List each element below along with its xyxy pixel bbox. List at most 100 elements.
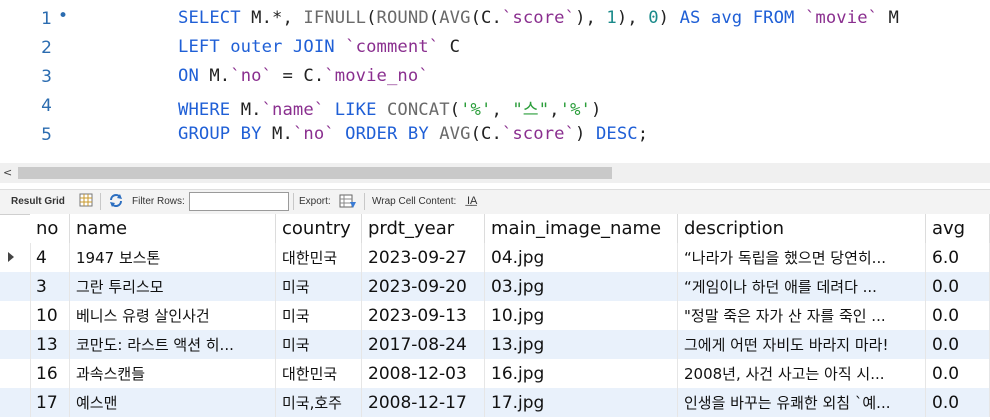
code-token: ORDER BY <box>334 124 440 144</box>
cell-prdt-year[interactable]: 2023-09-27 <box>362 243 485 272</box>
row-gutter[interactable] <box>0 243 31 272</box>
cell-country[interactable]: 대한민국 <box>276 243 362 272</box>
result-grid-tab[interactable]: Result Grid <box>11 196 65 207</box>
table-row[interactable]: 13 코만도: 라스트 액션 히... 미국 2017-08-24 13.jpg 그에게 … <box>0 330 990 359</box>
cell-name[interactable]: 그란 투리스모 <box>70 272 276 301</box>
filter-rows-label: Filter Rows: <box>132 196 185 207</box>
scrollbar-thumb[interactable] <box>18 167 612 179</box>
cell-name[interactable]: 예스맨 <box>70 388 276 417</box>
cell-country[interactable]: 대한민국 <box>276 359 362 388</box>
column-header-name[interactable]: name <box>70 214 276 243</box>
cell-name[interactable]: 과속스캔들 <box>70 359 276 388</box>
cell-avg[interactable]: 6.0 <box>926 243 990 272</box>
code-token: LIKE <box>324 100 387 120</box>
refresh-icon[interactable] <box>108 193 124 211</box>
column-header-prdt-year[interactable]: prdt_year <box>362 214 485 243</box>
code-text[interactable]: ON M.`no` = C.`movie_no` <box>178 66 429 86</box>
code-text[interactable]: GROUP BY M.`no` ORDER BY AVG(C.`score`) … <box>178 124 648 144</box>
code-text[interactable]: SELECT M.*, IFNULL(ROUND(AVG(C.`score`),… <box>178 8 899 28</box>
code-token: AVG <box>439 124 471 144</box>
cell-no[interactable]: 17 <box>30 388 70 417</box>
code-token: CONCAT <box>386 100 450 120</box>
table-row[interactable]: 10 베니스 유령 살인사건 미국 2023-09-13 10.jpg "정말 죽은 자가… <box>0 301 990 330</box>
grid-view-icon[interactable] <box>79 193 93 210</box>
cell-main-image-name[interactable]: 16.jpg <box>485 359 678 388</box>
code-text[interactable]: LEFT outer JOIN `comment` C <box>178 37 460 57</box>
code-line[interactable]: 2 LEFT outer JOIN `comment` C <box>0 34 990 63</box>
wrap-cell-toggle-icon[interactable]: I̲A̲ <box>467 195 477 207</box>
cell-no[interactable]: 4 <box>30 243 70 272</box>
row-gutter[interactable] <box>0 388 31 417</box>
cell-avg[interactable]: 0.0 <box>926 330 990 359</box>
cell-name[interactable]: 베니스 유령 살인사건 <box>70 301 276 330</box>
table-row[interactable]: 17 예스맨 미국,호주 2008-12-17 17.jpg 인생을 바꾸는 유쾌한 외침… <box>0 388 990 417</box>
cell-avg[interactable]: 0.0 <box>926 359 990 388</box>
cell-description[interactable]: “게임이나 하던 애를 데려다 ... <box>678 272 926 301</box>
cell-country[interactable]: 미국 <box>276 301 362 330</box>
cell-prdt-year[interactable]: 2008-12-03 <box>362 359 485 388</box>
cell-avg[interactable]: 0.0 <box>926 301 990 330</box>
export-icon[interactable] <box>339 193 357 212</box>
cell-main-image-name[interactable]: 03.jpg <box>485 272 678 301</box>
cell-no[interactable]: 3 <box>30 272 70 301</box>
code-token: (C. <box>470 8 502 28</box>
cell-country[interactable]: 미국 <box>276 272 362 301</box>
code-token: = C. <box>272 66 325 86</box>
row-gutter[interactable] <box>0 301 31 330</box>
code-line[interactable]: 1 • SELECT M.*, IFNULL(ROUND(AVG(C.`score`… <box>0 5 990 34</box>
cell-country[interactable]: 미국,호주 <box>276 388 362 417</box>
cell-no[interactable]: 10 <box>30 301 70 330</box>
cell-main-image-name[interactable]: 17.jpg <box>485 388 678 417</box>
column-header-avg[interactable]: avg <box>926 214 990 243</box>
code-token: ( <box>366 8 377 28</box>
cell-prdt-year[interactable]: 2023-09-13 <box>362 301 485 330</box>
cell-name[interactable]: 코만도: 라스트 액션 히... <box>70 330 276 359</box>
cell-prdt-year[interactable]: 2017-08-24 <box>362 330 485 359</box>
code-token: `name` <box>261 100 325 120</box>
code-line[interactable]: 4 WHERE M.`name` LIKE CONCAT('%', "스",'%'… <box>0 92 990 121</box>
line-number: 2 <box>41 38 52 58</box>
cell-avg[interactable]: 0.0 <box>926 388 990 417</box>
cell-name[interactable]: 1947 보스톤 <box>70 243 276 272</box>
code-token: ), <box>616 8 649 28</box>
filter-rows-input[interactable] <box>189 192 289 211</box>
cell-country[interactable]: 미국 <box>276 330 362 359</box>
cell-description[interactable]: 2008년, 사건 사고는 아직 시... <box>678 359 926 388</box>
cell-description[interactable]: 그에게 어떤 자비도 바라지 마라! <box>678 330 926 359</box>
sql-editor[interactable]: 1 • SELECT M.*, IFNULL(ROUND(AVG(C.`score`… <box>0 0 990 163</box>
table-row[interactable]: 3 그란 투리스모 미국 2023-09-20 03.jpg “게임이나 하던 애를 데려… <box>0 272 990 301</box>
row-gutter[interactable] <box>0 272 31 301</box>
wrap-cell-label: Wrap Cell Content: <box>372 196 457 207</box>
cell-main-image-name[interactable]: 13.jpg <box>485 330 678 359</box>
code-token: ( <box>449 100 461 120</box>
code-line[interactable]: 5 GROUP BY M.`no` ORDER BY AVG(C.`score`)… <box>0 121 990 150</box>
code-text[interactable]: WHERE M.`name` LIKE CONCAT('%', "스",'%') <box>178 95 601 120</box>
scroll-left-arrow-icon[interactable]: < <box>3 166 12 179</box>
row-gutter[interactable] <box>0 359 31 388</box>
cell-no[interactable]: 16 <box>30 359 70 388</box>
row-gutter[interactable] <box>0 330 31 359</box>
code-token: M. <box>209 66 231 86</box>
column-header-main-image-name[interactable]: main_image_name <box>485 214 678 243</box>
code-token: ), <box>575 8 607 28</box>
cell-prdt-year[interactable]: 2023-09-20 <box>362 272 485 301</box>
column-header-no[interactable]: no <box>30 214 70 243</box>
code-line[interactable]: 3 ON M.`no` = C.`movie_no` <box>0 63 990 92</box>
line-number: 5 <box>41 125 52 145</box>
cell-description[interactable]: "정말 죽은 자가 산 자를 죽인 ... <box>678 301 926 330</box>
cell-main-image-name[interactable]: 10.jpg <box>485 301 678 330</box>
code-token: AVG <box>439 8 471 28</box>
result-grid[interactable]: no name country prdt_year main_image_name des… <box>0 214 990 420</box>
editor-horizontal-scrollbar[interactable]: < <box>0 163 990 183</box>
cell-avg[interactable]: 0.0 <box>926 272 990 301</box>
cell-description[interactable]: “나라가 독립을 했으면 당연히... <box>678 243 926 272</box>
code-token: C <box>439 37 461 57</box>
cell-prdt-year[interactable]: 2008-12-17 <box>362 388 485 417</box>
column-header-country[interactable]: country <box>276 214 362 243</box>
cell-description[interactable]: 인생을 바꾸는 유쾌한 외침 `예... <box>678 388 926 417</box>
column-header-description[interactable]: description <box>678 214 926 243</box>
table-row[interactable]: 16 과속스캔들 대한민국 2008-12-03 16.jpg 2008년, 사건 사고는… <box>0 359 990 388</box>
cell-no[interactable]: 13 <box>30 330 70 359</box>
cell-main-image-name[interactable]: 04.jpg <box>485 243 678 272</box>
table-row[interactable]: 4 1947 보스톤 대한민국 2023-09-27 04.jpg “나라가 독립을 했으… <box>0 243 990 272</box>
